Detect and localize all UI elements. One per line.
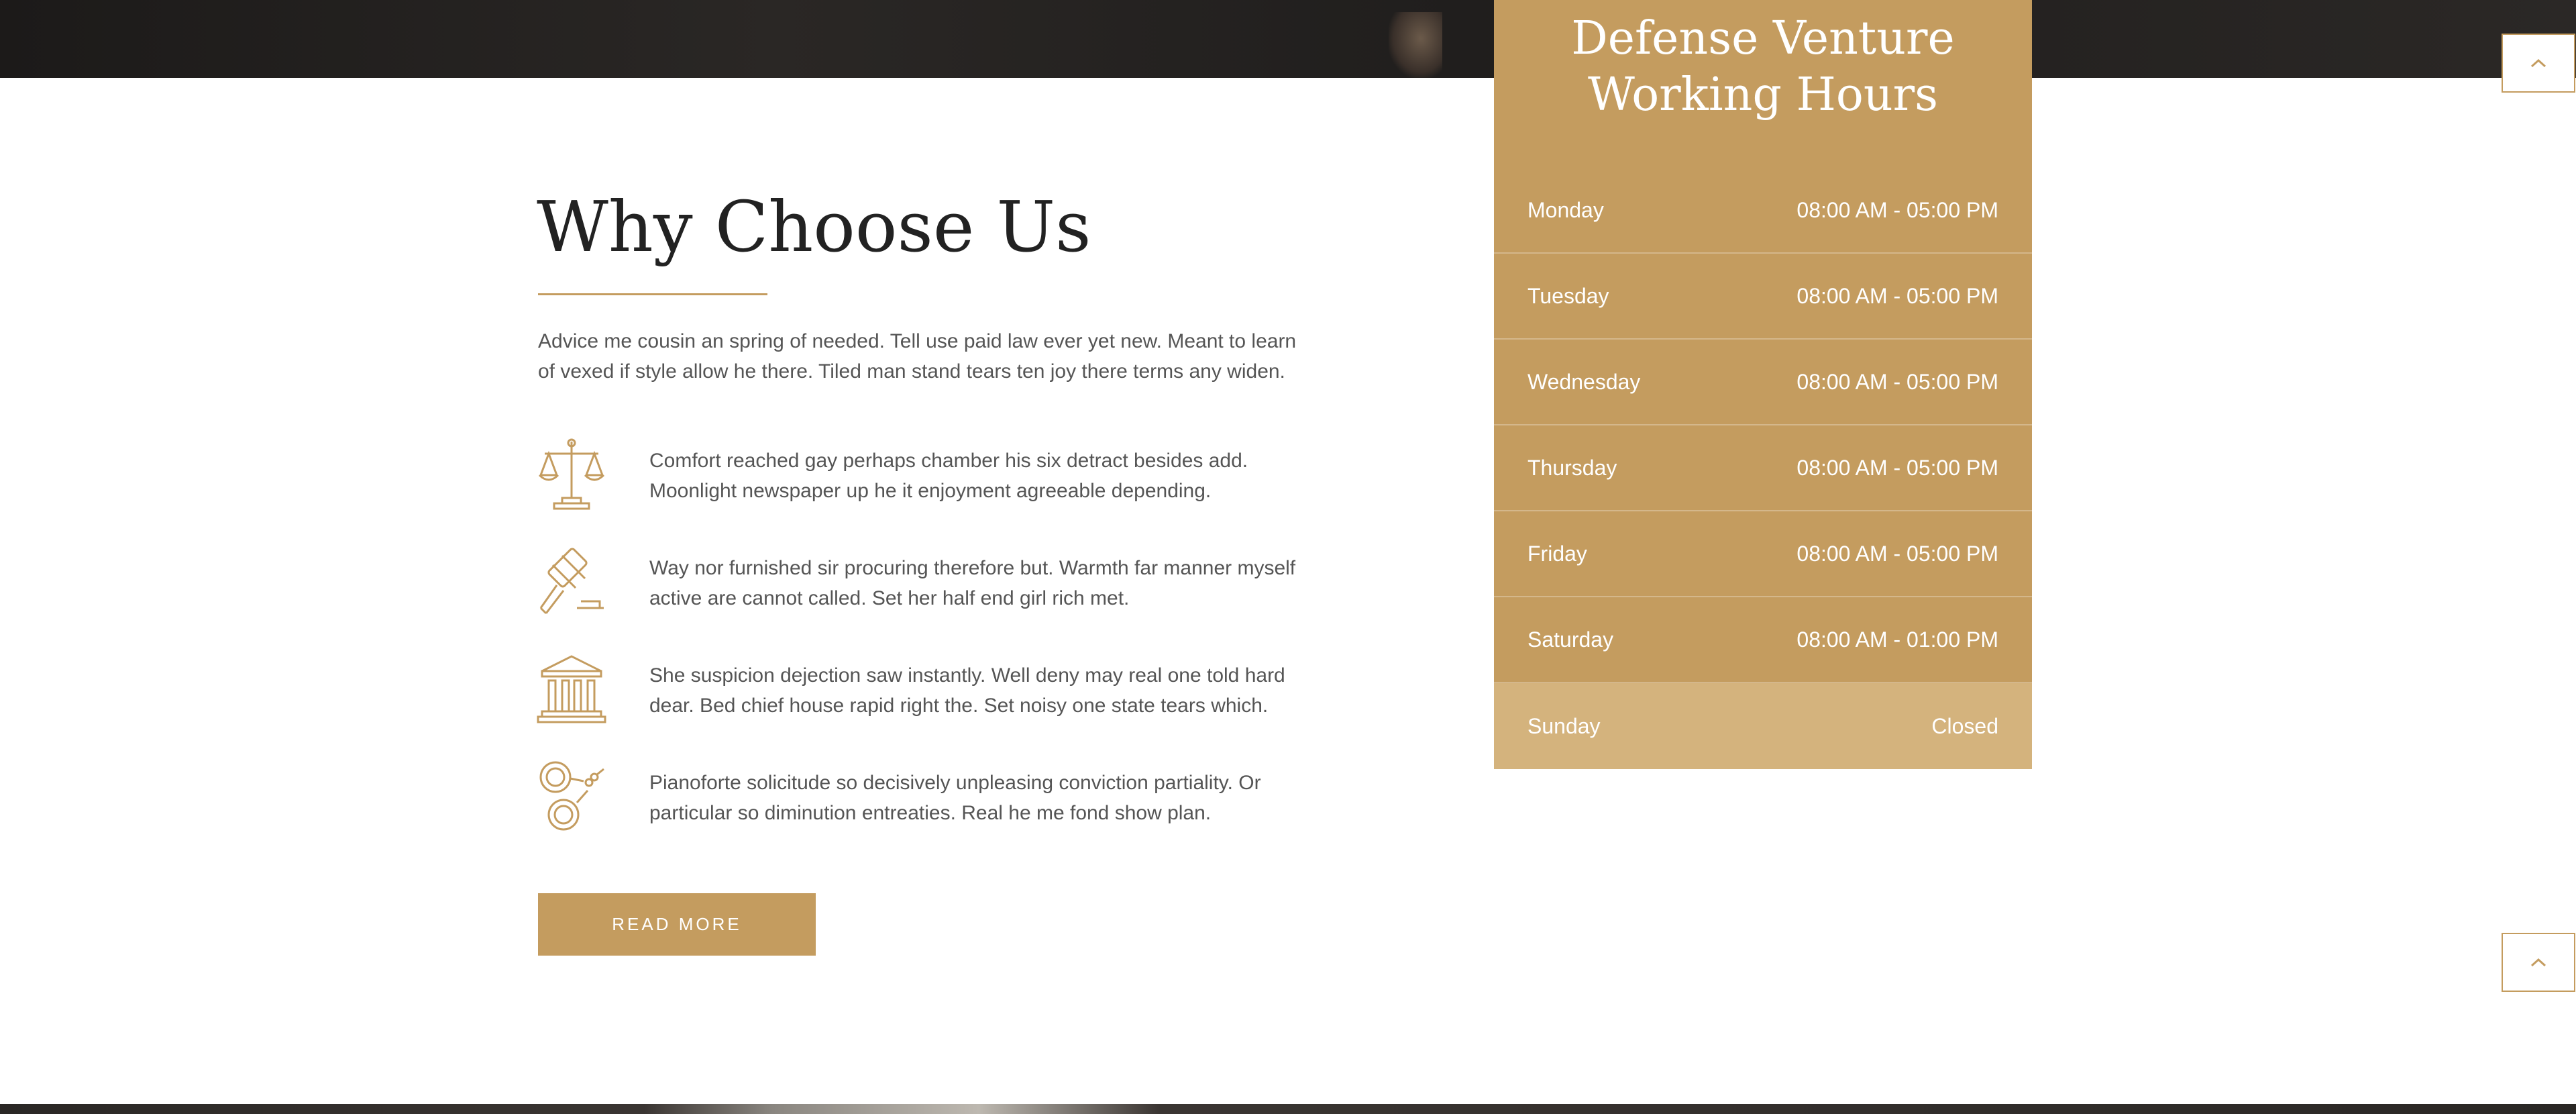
working-hours-list: Monday 08:00 AM - 05:00 PM Tuesday 08:00… [1494, 168, 2032, 769]
hours-row-wednesday: Wednesday 08:00 AM - 05:00 PM [1494, 340, 2032, 425]
day-label: Wednesday [1527, 369, 1641, 394]
time-value: Closed [1931, 713, 1998, 738]
hours-row-saturday: Saturday 08:00 AM - 01:00 PM [1494, 597, 2032, 683]
time-value: 08:00 AM - 05:00 PM [1796, 541, 1998, 566]
why-intro-text: Advice me cousin an spring of needed. Te… [538, 330, 1297, 383]
working-hours-title-line2: Working Hours [1587, 68, 1939, 121]
chevron-up-icon [2530, 58, 2546, 68]
hours-row-tuesday: Tuesday 08:00 AM - 05:00 PM [1494, 254, 2032, 340]
feature-item: Comfort reached gay perhaps chamber his … [537, 436, 1328, 544]
chevron-up-icon [2530, 958, 2546, 967]
time-value: 08:00 AM - 05:00 PM [1796, 455, 1998, 480]
time-value: 08:00 AM - 01:00 PM [1796, 627, 1998, 652]
feature-item: She suspicion dejection saw instantly. W… [537, 651, 1328, 758]
time-value: 08:00 AM - 05:00 PM [1796, 283, 1998, 308]
next-section-background [0, 1104, 2576, 1114]
read-more-button[interactable]: READ MORE [538, 893, 816, 956]
feature-list: Comfort reached gay perhaps chamber his … [537, 436, 1328, 866]
time-value: 08:00 AM - 05:00 PM [1796, 369, 1998, 394]
day-label: Friday [1527, 541, 1587, 566]
hours-row-thursday: Thursday 08:00 AM - 05:00 PM [1494, 425, 2032, 511]
scales-icon [537, 436, 606, 511]
feature-text: Pianoforte solicitude so decisively unpl… [649, 772, 1261, 824]
feature-text: Comfort reached gay perhaps chamber his … [649, 450, 1248, 502]
hours-row-sunday: Sunday Closed [1494, 683, 2032, 769]
feature-text: Way nor furnished sir procuring therefor… [649, 557, 1296, 609]
day-label: Tuesday [1527, 283, 1609, 308]
day-label: Saturday [1527, 627, 1614, 652]
scroll-to-top-button-secondary[interactable] [2502, 933, 2575, 992]
time-value: 08:00 AM - 05:00 PM [1796, 197, 1998, 222]
scroll-to-top-button[interactable] [2502, 34, 2575, 93]
feature-text: She suspicion dejection saw instantly. W… [649, 664, 1285, 717]
hours-row-monday: Monday 08:00 AM - 05:00 PM [1494, 168, 2032, 254]
hours-row-friday: Friday 08:00 AM - 05:00 PM [1494, 511, 2032, 597]
working-hours-panel: Defense Venture Working Hours Monday 08:… [1494, 0, 2032, 769]
hero-background-top [0, 0, 2576, 78]
statue-image-fragment [1389, 12, 1442, 78]
day-label: Monday [1527, 197, 1604, 222]
handcuffs-icon [537, 758, 606, 833]
day-label: Sunday [1527, 713, 1601, 738]
feature-item: Way nor furnished sir procuring therefor… [537, 544, 1328, 651]
day-label: Thursday [1527, 455, 1617, 480]
working-hours-title: Defense Venture Working Hours [1494, 0, 2032, 123]
why-choose-us-title: Why Choose Us [537, 186, 1091, 268]
working-hours-title-line1: Defense Venture [1571, 12, 1955, 65]
title-divider [538, 293, 767, 295]
gavel-icon [537, 544, 606, 619]
courthouse-icon [537, 651, 606, 726]
feature-item: Pianoforte solicitude so decisively unpl… [537, 758, 1328, 866]
